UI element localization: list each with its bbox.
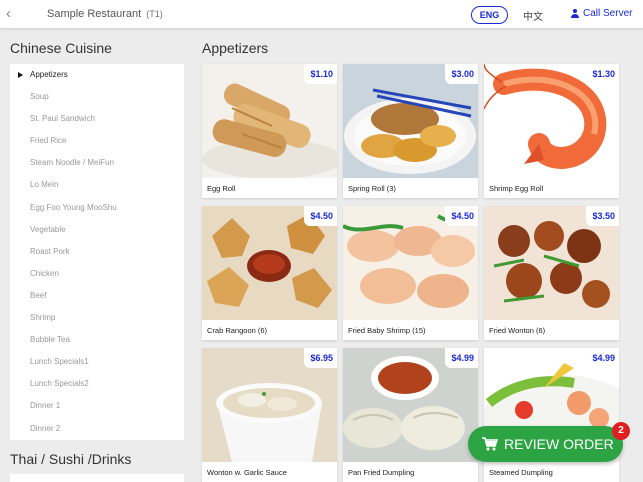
menu-item-name: Steamed Dumpling [489, 468, 553, 477]
sidebar-item-fried-rice[interactable]: Fried Rice [10, 130, 184, 152]
language-zh-button[interactable]: 中文 [523, 8, 543, 23]
sidebar-item-lunch-specials2[interactable]: Lunch Specials2 [10, 373, 184, 395]
sidebar-item-chicken[interactable]: Chicken [10, 263, 184, 285]
language-eng-button[interactable]: ENG [471, 6, 508, 24]
cart-icon [482, 437, 498, 451]
price-tag: $4.50 [304, 206, 337, 226]
price-tag: $4.50 [445, 206, 478, 226]
category-sidebar-thai [10, 474, 184, 482]
person-icon [570, 8, 580, 19]
menu-item-card[interactable]: $3.50 Fried Wonton (6) [484, 206, 619, 340]
review-order-button[interactable]: REVIEW ORDER [468, 426, 623, 462]
sidebar-item-roast-pork[interactable]: Roast Pork [10, 241, 184, 263]
price-tag: $1.30 [586, 64, 619, 84]
restaurant-name: Sample Restaurant [47, 8, 142, 20]
menu-item-name: Fried Wonton (6) [489, 326, 546, 335]
sidebar-item-soup[interactable]: Soup [10, 86, 184, 108]
menu-item-name: Spring Roll (3) [348, 184, 396, 193]
menu-item-card[interactable]: $4.50 Crab Rangoon (6) [202, 206, 337, 340]
sidebar-item-dinner-2[interactable]: Dinner 2 [10, 418, 184, 440]
section-heading-chinese: Chinese Cuisine [10, 40, 112, 56]
price-tag: $1.10 [304, 64, 337, 84]
sidebar-item-appetizers[interactable]: Appetizers [10, 64, 184, 86]
sidebar-item-st-paul-sandwich[interactable]: St. Paul Sandwich [10, 108, 184, 130]
sidebar-item-vegetable[interactable]: Vegetable [10, 219, 184, 241]
sidebar-item-bubble-tea[interactable]: Bubble Tea [10, 329, 184, 351]
table-number: (T1) [146, 9, 163, 19]
restaurant-title: Sample Restaurant (T1) [47, 8, 163, 20]
sidebar-item-steam-noodle[interactable]: Steam Noodle / MeiFun [10, 152, 184, 174]
menu-item-name: Fried Baby Shrimp (15) [348, 326, 426, 335]
category-title: Appetizers [202, 40, 269, 56]
sidebar-item-dinner-1[interactable]: Dinner 1 [10, 395, 184, 417]
call-server-label: Call Server [583, 8, 633, 19]
call-server-button[interactable]: Call Server [570, 8, 632, 19]
price-tag: $4.99 [445, 348, 478, 368]
price-tag: $6.95 [304, 348, 337, 368]
section-heading-thai: Thai / Sushi /Drinks [10, 451, 132, 467]
menu-item-card[interactable]: $3.00 Spring Roll (3) [343, 64, 478, 198]
menu-item-card[interactable]: $4.99 Pan Fried Dumpling [343, 348, 478, 482]
sidebar-item-shrimp[interactable]: Shrimp [10, 307, 184, 329]
menu-item-name: Crab Rangoon (6) [207, 326, 268, 335]
chevron-left-icon[interactable]: ‹ [6, 5, 11, 22]
top-bar: ‹ Sample Restaurant (T1) ENG 中文 Call Ser… [0, 0, 643, 29]
menu-item-card[interactable]: $4.50 Fried Baby Shrimp (15) [343, 206, 478, 340]
price-tag: $4.99 [586, 348, 619, 368]
menu-item-name: Pan Fried Dumpling [348, 468, 415, 477]
menu-item-card[interactable]: $1.30 Shrimp Egg Roll [484, 64, 619, 198]
menu-item-card[interactable]: $1.10 Egg Roll [202, 64, 337, 198]
sidebar-item-beef[interactable]: Beef [10, 285, 184, 307]
review-order-label: REVIEW ORDER [504, 436, 614, 452]
menu-item-name: Egg Roll [207, 184, 236, 193]
menu-item-card[interactable]: $6.95 Wonton w. Garlic Sauce [202, 348, 337, 482]
category-sidebar: Appetizers Soup St. Paul Sandwich Fried … [10, 64, 184, 440]
price-tag: $3.50 [586, 206, 619, 226]
cart-count-badge: 2 [612, 422, 630, 440]
sidebar-item-lunch-specials1[interactable]: Lunch Specials1 [10, 351, 184, 373]
menu-item-name: Wonton w. Garlic Sauce [207, 468, 287, 477]
menu-item-name: Shrimp Egg Roll [489, 184, 544, 193]
sidebar-item-egg-foo-young[interactable]: Egg Foo Young MooShu [10, 197, 184, 219]
sidebar-item-lo-mein[interactable]: Lo Mein [10, 174, 184, 196]
price-tag: $3.00 [445, 64, 478, 84]
